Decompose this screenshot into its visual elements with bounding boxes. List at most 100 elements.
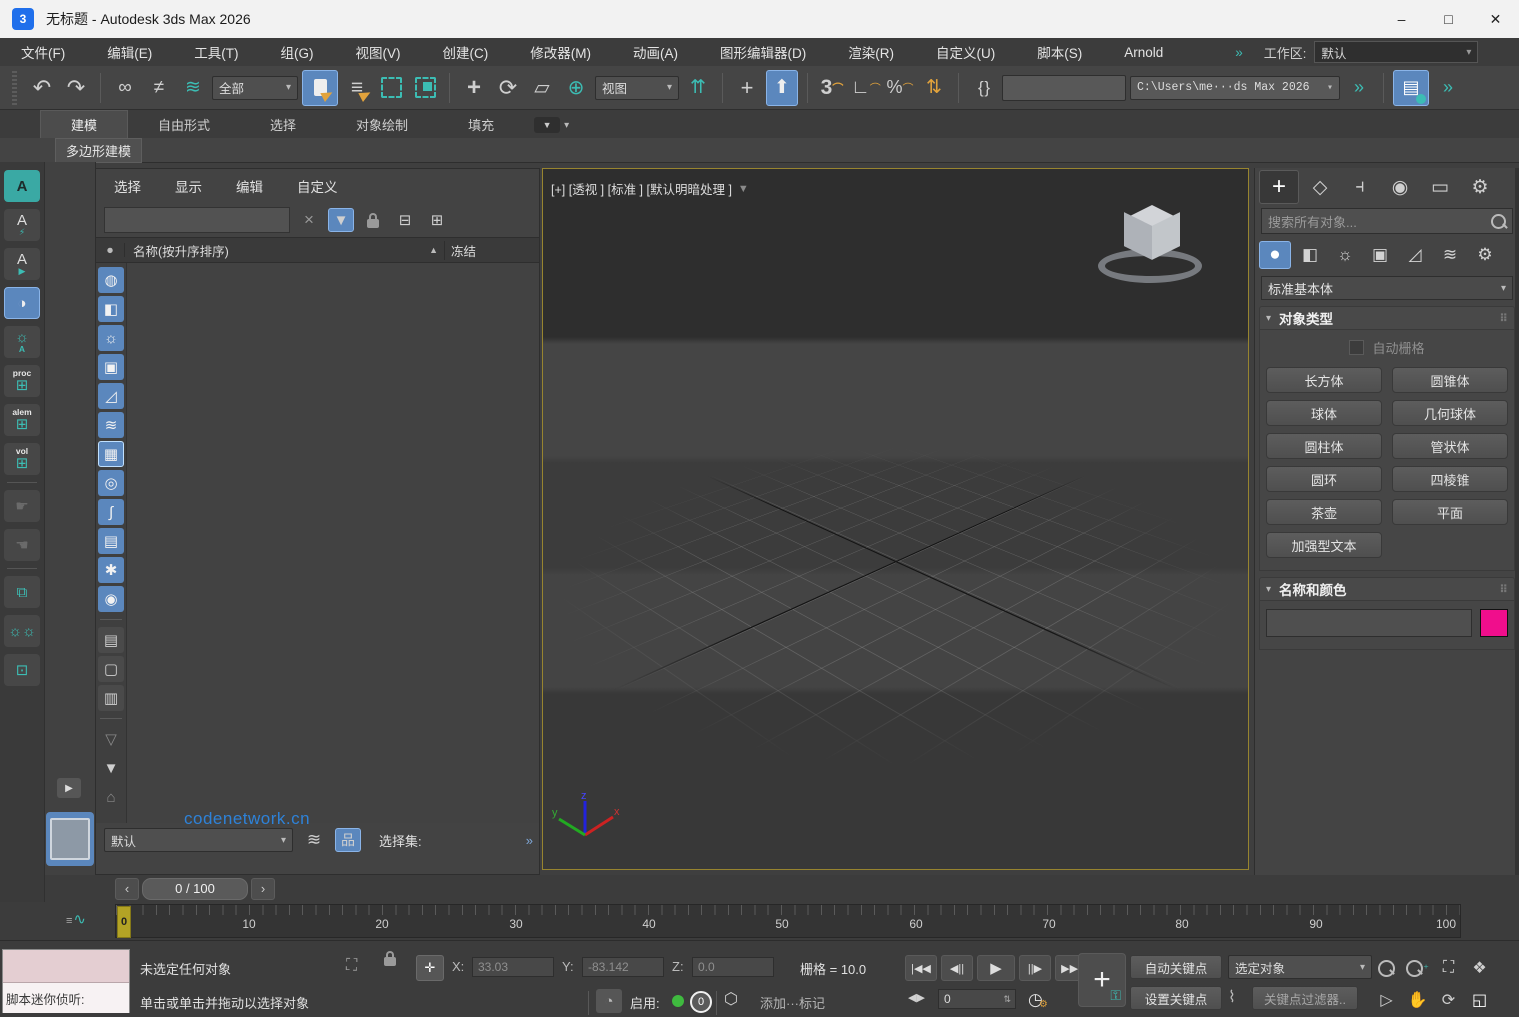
arnold-play-icon[interactable]: A▶: [4, 248, 40, 280]
select-place-icon[interactable]: ⊕: [561, 72, 591, 104]
snap-3-icon[interactable]: 3⌒: [817, 72, 847, 104]
named-selection-input[interactable]: [1002, 75, 1126, 101]
display-groups-icon[interactable]: ▦: [98, 441, 124, 467]
isolate-selection-icon[interactable]: ⛶: [346, 957, 357, 975]
x-coordinate-field[interactable]: 33.03: [472, 957, 554, 977]
object-name-input[interactable]: [1266, 609, 1472, 637]
enable-green-dot[interactable]: [672, 995, 684, 1007]
toolbar-overflow2-icon[interactable]: »: [1433, 72, 1463, 104]
menu-arnold[interactable]: Arnold: [1103, 45, 1184, 60]
zoom-all-icon[interactable]: ⁺: [1403, 955, 1432, 981]
clear-search-icon[interactable]: ×: [296, 208, 322, 232]
material-sphere-icon[interactable]: ◑: [4, 287, 40, 319]
expand-panel-icon[interactable]: ▶: [57, 778, 81, 798]
filter-funnel-icon[interactable]: ▼: [328, 208, 354, 232]
display-containers-icon[interactable]: ▤: [98, 528, 124, 554]
key-filter-brackets-icon[interactable]: ⌇: [1228, 987, 1236, 1007]
textplus-button[interactable]: 加强型文本: [1266, 532, 1382, 558]
explorer-search-input[interactable]: [104, 207, 290, 233]
explorer-menu-customize[interactable]: 自定义: [297, 176, 338, 196]
menu-overflow-icon[interactable]: »: [1214, 45, 1264, 60]
menu-modifiers[interactable]: 修改器(M): [509, 42, 612, 62]
search-all-objects-field[interactable]: 搜索所有对象...: [1261, 208, 1513, 234]
percent-snap-icon[interactable]: %⌒: [885, 72, 915, 104]
menu-tools[interactable]: 工具(T): [173, 42, 259, 62]
explorer-menu-edit[interactable]: 编辑: [236, 176, 263, 196]
display-visibility-icon[interactable]: ◉: [98, 586, 124, 612]
auto-key-button[interactable]: 自动关键点: [1130, 955, 1222, 979]
category-cameras-icon[interactable]: ▣: [1364, 241, 1396, 269]
zoom-icon[interactable]: [1372, 955, 1401, 981]
tab-display[interactable]: ▭: [1421, 171, 1459, 203]
timeline-ruler[interactable]: 10 20 30 40 50 60 70 80 90 100 0: [115, 904, 1461, 938]
tab-create[interactable]: +: [1259, 170, 1299, 204]
rollout-grip-icon[interactable]: ⠿: [1499, 312, 1508, 325]
ribbon-minimize-icon[interactable]: ▼: [534, 117, 560, 133]
select-object-icon[interactable]: [302, 70, 338, 106]
time-configuration-icon[interactable]: ◷⚙: [1028, 989, 1048, 1010]
explorer-preset-dropdown[interactable]: 默认: [104, 828, 293, 852]
torus-button[interactable]: 圆环: [1266, 466, 1382, 492]
scene-object-list[interactable]: [127, 263, 539, 823]
y-coordinate-field[interactable]: -83.142: [582, 957, 664, 977]
lock-explorer-icon[interactable]: [360, 208, 386, 232]
arnold-scene-icon[interactable]: A: [4, 170, 40, 202]
selection-lock-icon[interactable]: [384, 951, 396, 966]
absolute-mode-icon[interactable]: ✛: [416, 955, 444, 981]
select-by-name-icon[interactable]: ≡: [342, 72, 372, 104]
maximize-button[interactable]: □: [1425, 0, 1472, 38]
bind-spacewarp-icon[interactable]: ≋: [178, 72, 208, 104]
close-button[interactable]: ✕: [1472, 0, 1519, 38]
pyramid-button[interactable]: 四棱锥: [1392, 466, 1508, 492]
display-helpers-icon[interactable]: ◿: [98, 383, 124, 409]
footer-overflow-icon[interactable]: »: [526, 833, 533, 848]
expand-tree-icon[interactable]: ⊞: [424, 208, 450, 232]
snap-toggle-icon[interactable]: +: [732, 72, 762, 104]
select-move-icon[interactable]: +: [459, 72, 489, 104]
ribbon-tab-modeling[interactable]: 建模: [40, 110, 128, 138]
command-panel-scrollbar[interactable]: [1515, 168, 1519, 940]
previous-frame-icon[interactable]: ‹: [115, 878, 139, 900]
counter-badge[interactable]: 0: [690, 991, 712, 1013]
toolbar-overflow-icon[interactable]: »: [1344, 72, 1374, 104]
filter-off-icon[interactable]: ▽: [98, 726, 124, 752]
lights-group-icon[interactable]: ☼☼: [4, 615, 40, 647]
display-spacewarps-icon[interactable]: ≋: [98, 412, 124, 438]
frame-counter[interactable]: 0 / 100: [142, 878, 248, 900]
display-shapes-icon[interactable]: ◧: [98, 296, 124, 322]
light-a-icon[interactable]: ☼A: [4, 326, 40, 358]
category-lights-icon[interactable]: ☼: [1329, 241, 1361, 269]
rollout-grip-icon2[interactable]: ⠿: [1499, 583, 1508, 596]
go-to-start-icon[interactable]: |◀◀: [905, 955, 937, 981]
blank-view-icon[interactable]: ▢: [98, 656, 124, 682]
select-rotate-icon[interactable]: ⟳: [493, 72, 523, 104]
menu-group[interactable]: 组(G): [260, 42, 335, 62]
tube-button[interactable]: 管状体: [1392, 433, 1508, 459]
tab-utilities[interactable]: ⚙: [1461, 171, 1499, 203]
explorer-menu-display[interactable]: 显示: [175, 176, 202, 196]
display-cameras-icon[interactable]: ▣: [98, 354, 124, 380]
collect-bin-icon[interactable]: ⌂: [98, 784, 124, 810]
menu-customize[interactable]: 自定义(U): [915, 42, 1016, 62]
use-pivot-icon[interactable]: ⇈: [683, 72, 713, 104]
zoom-extents-all-icon[interactable]: ❖: [1465, 955, 1494, 981]
geosphere-button[interactable]: 几何球体: [1392, 400, 1508, 426]
display-materials-icon[interactable]: ✱: [98, 557, 124, 583]
ribbon-minimize-caret[interactable]: ▾: [564, 120, 569, 131]
workspace-dropdown[interactable]: 默认▾: [1314, 41, 1478, 63]
redo-icon[interactable]: ↷: [61, 72, 91, 104]
frame-step-icon[interactable]: ◀▶: [908, 991, 925, 1004]
collapse-tree-icon[interactable]: ⊟: [392, 208, 418, 232]
menu-file[interactable]: 文件(F): [0, 42, 86, 62]
display-geometry-icon[interactable]: ◍: [98, 267, 124, 293]
plane-button[interactable]: 平面: [1392, 499, 1508, 525]
cube-toggle-icon[interactable]: ⬡: [724, 989, 738, 1009]
undo-icon[interactable]: ↶: [27, 72, 57, 104]
volume-object-icon[interactable]: vol⊞: [4, 443, 40, 475]
menu-animation[interactable]: 动画(A): [612, 42, 699, 62]
cone-button[interactable]: 圆锥体: [1392, 367, 1508, 393]
ribbon-tab-freeform[interactable]: 自由形式: [128, 111, 240, 138]
listener-pink-pane[interactable]: [3, 950, 129, 983]
viewport-label[interactable]: [+] [透视 ] [标准 ] [默认明暗处理 ]: [551, 179, 732, 198]
display-bones-icon[interactable]: ∫: [98, 499, 124, 525]
